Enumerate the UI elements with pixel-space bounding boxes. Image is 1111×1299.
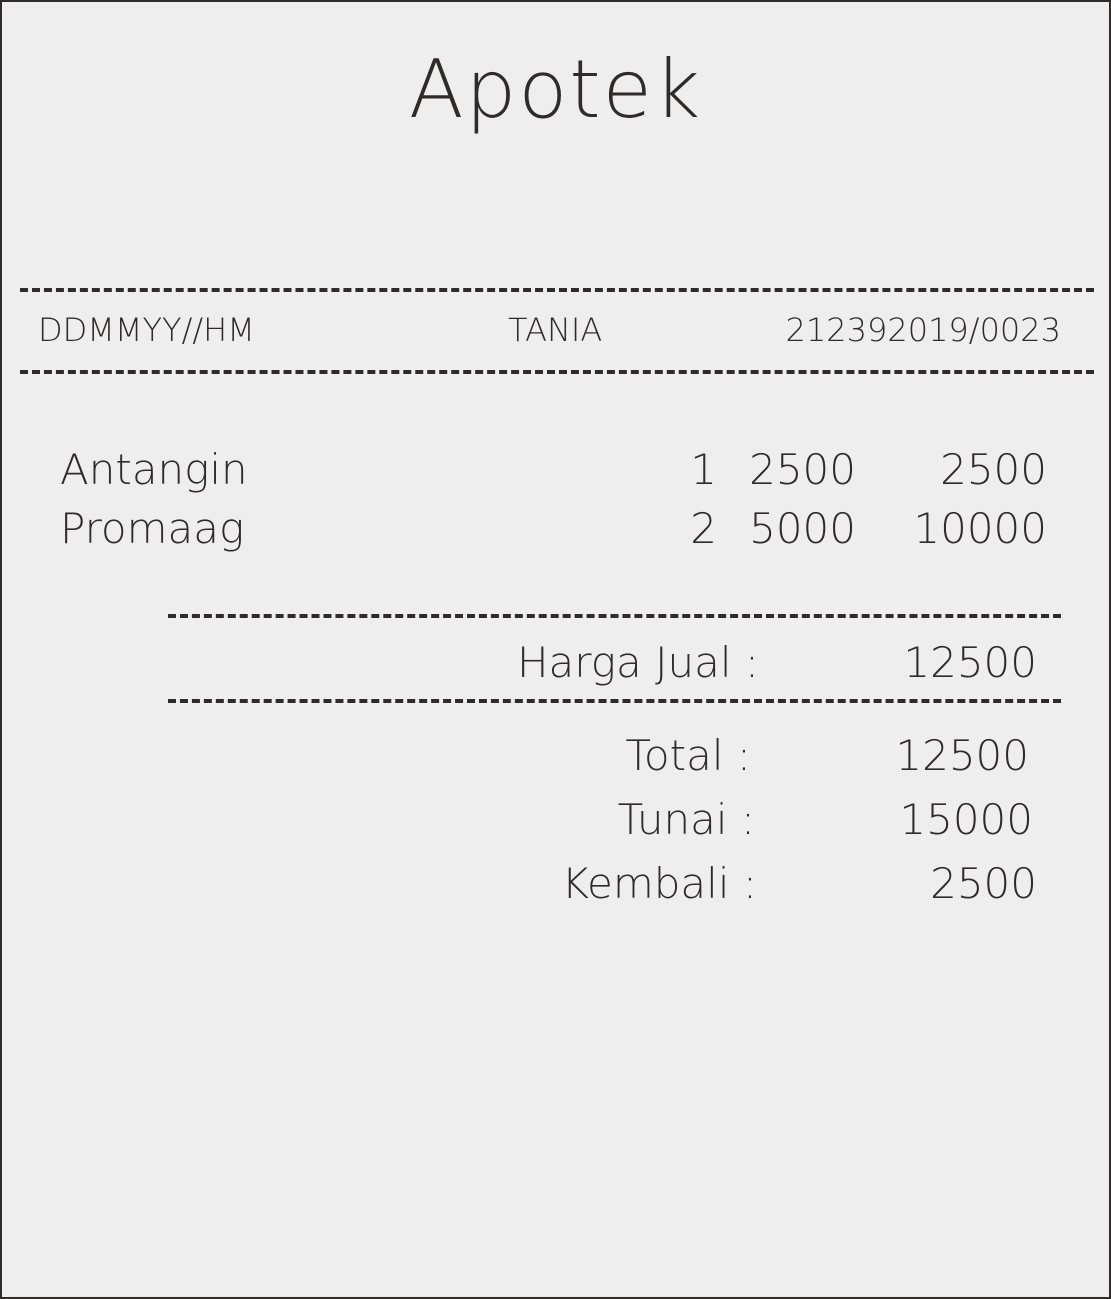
divider-subtotal-bottom [168,699,1061,703]
harga-jual-value: 12500 [903,638,1037,687]
store-title: Apotek [408,43,703,136]
tunai-label: Tunai : [617,795,755,844]
kembali-value: 2500 [930,859,1037,908]
item-qty: 2 [690,504,717,553]
cashier-name: TANIA [508,311,603,349]
kembali-label: Kembali : [561,859,757,908]
divider-subtotal-top [168,614,1061,618]
item-qty: 1 [690,445,717,494]
item-name: Promaag [60,504,245,553]
item-subtotal: 10000 [913,504,1047,553]
total-value: 12500 [895,731,1029,780]
divider-top [20,288,1094,292]
item-price: 5000 [749,504,856,553]
harga-jual-label: Harga Jual : [516,638,759,687]
divider-header-bottom [20,370,1094,374]
transaction-number: 212392019/0023 [785,311,1061,349]
item-price: 2500 [749,445,856,494]
tunai-value: 15000 [899,795,1033,844]
date-code: DDMMYY//HM [38,311,255,349]
total-label: Total : [625,731,751,780]
receipt: Apotek DDMMYY//HM TANIA 212392019/0023 A… [0,0,1111,1299]
item-subtotal: 2500 [940,445,1047,494]
item-name: Antangin [60,445,248,494]
